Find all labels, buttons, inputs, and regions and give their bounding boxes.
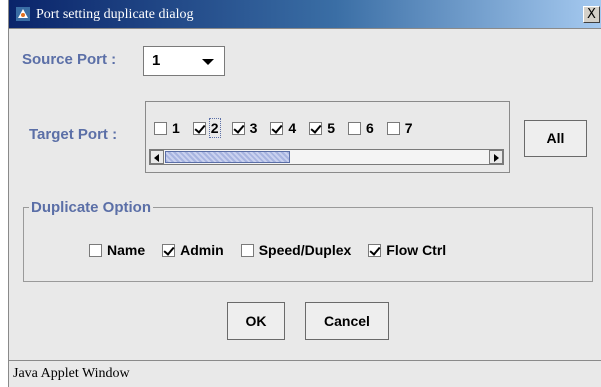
scrollbar-thumb[interactable] [165, 151, 290, 163]
flow-ctrl-checkbox[interactable]: Flow Ctrl [368, 242, 446, 258]
status-text: Java Applet Window [13, 366, 130, 381]
checkbox-box [347, 121, 361, 135]
checkmark-icon [192, 121, 206, 135]
name-checkbox[interactable]: Name [89, 242, 145, 258]
scroll-left-button[interactable] [150, 150, 164, 164]
ok-button[interactable]: OK [227, 302, 285, 340]
port-label: 7 [404, 120, 413, 136]
checkbox-box [240, 243, 254, 257]
source-port-value: 1 [152, 52, 161, 69]
close-button[interactable]: X [583, 6, 600, 23]
select-all-button[interactable]: All [524, 120, 587, 157]
status-bar: Java Applet Window [9, 360, 601, 387]
arrow-right-icon [494, 154, 499, 162]
checkmark-icon [309, 121, 323, 135]
port-label: 6 [365, 120, 374, 136]
option-label: Flow Ctrl [386, 242, 447, 258]
checkmark-icon [231, 121, 245, 135]
target-port-label: Target Port : [29, 126, 118, 143]
port-label: 3 [249, 120, 258, 136]
port-6-checkbox[interactable]: 6 [347, 120, 374, 136]
cancel-button[interactable]: Cancel [305, 302, 389, 340]
port-3-checkbox[interactable]: 3 [231, 120, 258, 136]
duplicate-option-legend: Duplicate Option [29, 199, 153, 216]
window-title: Port setting duplicate dialog [36, 7, 194, 22]
admin-checkbox[interactable]: Admin [162, 242, 224, 258]
port-1-checkbox[interactable]: 1 [154, 120, 180, 136]
checkbox-box [154, 121, 167, 135]
port-label: 2 [208, 118, 221, 138]
scroll-right-button[interactable] [489, 150, 503, 164]
checkbox-box [89, 243, 102, 257]
duplicate-option-list: Name Admin Speed/Duplex Flow Ctrl [89, 242, 463, 258]
port-label: 1 [172, 120, 180, 136]
arrow-left-icon [154, 154, 159, 162]
java-app-icon [16, 7, 30, 21]
dialog-window: Port setting duplicate dialog X Source P… [8, 0, 601, 387]
port-label: 4 [288, 120, 297, 136]
checkmark-icon [368, 243, 382, 257]
target-port-list: 1 2 3 4 5 6 7 [154, 118, 426, 138]
horizontal-scrollbar[interactable] [149, 149, 504, 165]
speed-duplex-checkbox[interactable]: Speed/Duplex [240, 242, 352, 258]
checkmark-icon [270, 121, 284, 135]
port-5-checkbox[interactable]: 5 [309, 120, 335, 136]
checkbox-box [386, 121, 400, 135]
target-port-panel: 1 2 3 4 5 6 7 [145, 101, 510, 173]
close-icon: X [587, 7, 596, 22]
port-label: 5 [327, 120, 335, 136]
source-port-dropdown[interactable]: 1 [143, 46, 225, 76]
option-label: Speed/Duplex [258, 242, 352, 258]
port-7-checkbox[interactable]: 7 [386, 120, 413, 136]
option-label: Admin [180, 242, 224, 258]
source-port-label: Source Port : [22, 51, 117, 68]
port-2-checkbox[interactable]: 2 [192, 118, 221, 138]
option-label: Name [107, 242, 146, 258]
chevron-down-icon [202, 59, 214, 65]
port-4-checkbox[interactable]: 4 [270, 120, 296, 136]
checkmark-icon [162, 243, 176, 257]
title-bar[interactable]: Port setting duplicate dialog X [9, 0, 601, 29]
